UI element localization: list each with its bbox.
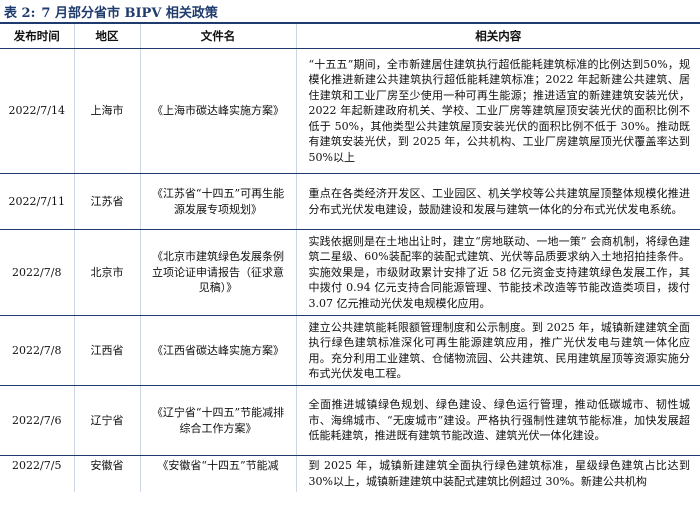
cell-file: 《安徽省“十四五”节能减 bbox=[140, 455, 297, 492]
cell-region: 江苏省 bbox=[74, 173, 141, 230]
table-header-row: 发布时间 地区 文件名 相关内容 bbox=[0, 24, 700, 49]
cell-date: 2022/7/14 bbox=[0, 48, 75, 174]
cell-date: 2022/7/8 bbox=[0, 229, 75, 316]
cell-region: 江西省 bbox=[74, 315, 141, 386]
cell-date: 2022/7/11 bbox=[0, 173, 75, 230]
cell-file: 《上海市碳达峰实施方案》 bbox=[140, 48, 297, 174]
header-region: 地区 bbox=[74, 24, 141, 49]
header-content: 相关内容 bbox=[296, 24, 700, 49]
table-row: 2022/7/8 北京市 《北京市建筑绿色发展条例立项论证申请报告（征求意见稿）… bbox=[0, 229, 700, 316]
cell-region: 北京市 bbox=[74, 229, 141, 316]
table-row: 2022/7/5 安徽省 《安徽省“十四五”节能减 到 2025 年，城镇新建建… bbox=[0, 455, 700, 492]
policy-table: 发布时间 地区 文件名 相关内容 2022/7/14 上海市 《上海市碳达峰实施… bbox=[0, 24, 700, 492]
cell-region: 安徽省 bbox=[74, 455, 141, 492]
cell-content: 重点在各类经济开发区、工业园区、机关学校等公共建筑屋顶整体规模化推进分布式光伏发… bbox=[296, 173, 700, 230]
cell-region: 上海市 bbox=[74, 48, 141, 174]
table-row: 2022/7/8 江西省 《江西省碳达峰实施方案》 建立公共建筑能耗限额管理制度… bbox=[0, 315, 700, 386]
table-caption: 表 2: 7 月部分省市 BIPV 相关政策 bbox=[0, 0, 700, 24]
cell-content: 全面推进城镇绿色规划、绿色建设、绿色运行管理，推动低碳城市、韧性城市、海绵城市、… bbox=[296, 385, 700, 456]
table-row: 2022/7/14 上海市 《上海市碳达峰实施方案》 “十五五”期间，全市新建居… bbox=[0, 48, 700, 174]
cell-content: “十五五”期间，全市新建居住建筑执行超低能耗建筑标准的比例达到50%，规模化推进… bbox=[296, 48, 700, 174]
table-row: 2022/7/6 辽宁省 《辽宁省“十四五”节能减排综合工作方案》 全面推进城镇… bbox=[0, 385, 700, 456]
cell-file: 《辽宁省“十四五”节能减排综合工作方案》 bbox=[140, 385, 297, 456]
cell-date: 2022/7/8 bbox=[0, 315, 75, 386]
table-row: 2022/7/11 江苏省 《江苏省“十四五”可再生能源发展专项规划》 重点在各… bbox=[0, 173, 700, 230]
cell-content: 实践依据则是在土地出让时，建立“房地联动、一地一策” 会商机制，将绿色建筑二星级… bbox=[296, 229, 700, 316]
cell-content: 到 2025 年，城镇新建建筑全面执行绿色建筑标准，星级绿色建筑占比达到 30%… bbox=[308, 459, 691, 488]
table-number: 表 2: bbox=[4, 5, 36, 21]
cell-file: 《北京市建筑绿色发展条例立项论证申请报告（征求意见稿）》 bbox=[140, 229, 297, 316]
cell-date: 2022/7/5 bbox=[0, 455, 75, 492]
cell-file: 《江苏省“十四五”可再生能源发展专项规划》 bbox=[140, 173, 297, 230]
header-file: 文件名 bbox=[140, 24, 297, 49]
cell-date: 2022/7/6 bbox=[0, 385, 75, 456]
cell-content: 建立公共建筑能耗限额管理制度和公示制度。到 2025 年，城镇新建建筑全面执行绿… bbox=[296, 315, 700, 386]
header-date: 发布时间 bbox=[0, 24, 75, 49]
table-title: 7 月部分省市 BIPV 相关政策 bbox=[41, 5, 218, 21]
cell-file: 《江西省碳达峰实施方案》 bbox=[140, 315, 297, 386]
cell-region: 辽宁省 bbox=[74, 385, 141, 456]
